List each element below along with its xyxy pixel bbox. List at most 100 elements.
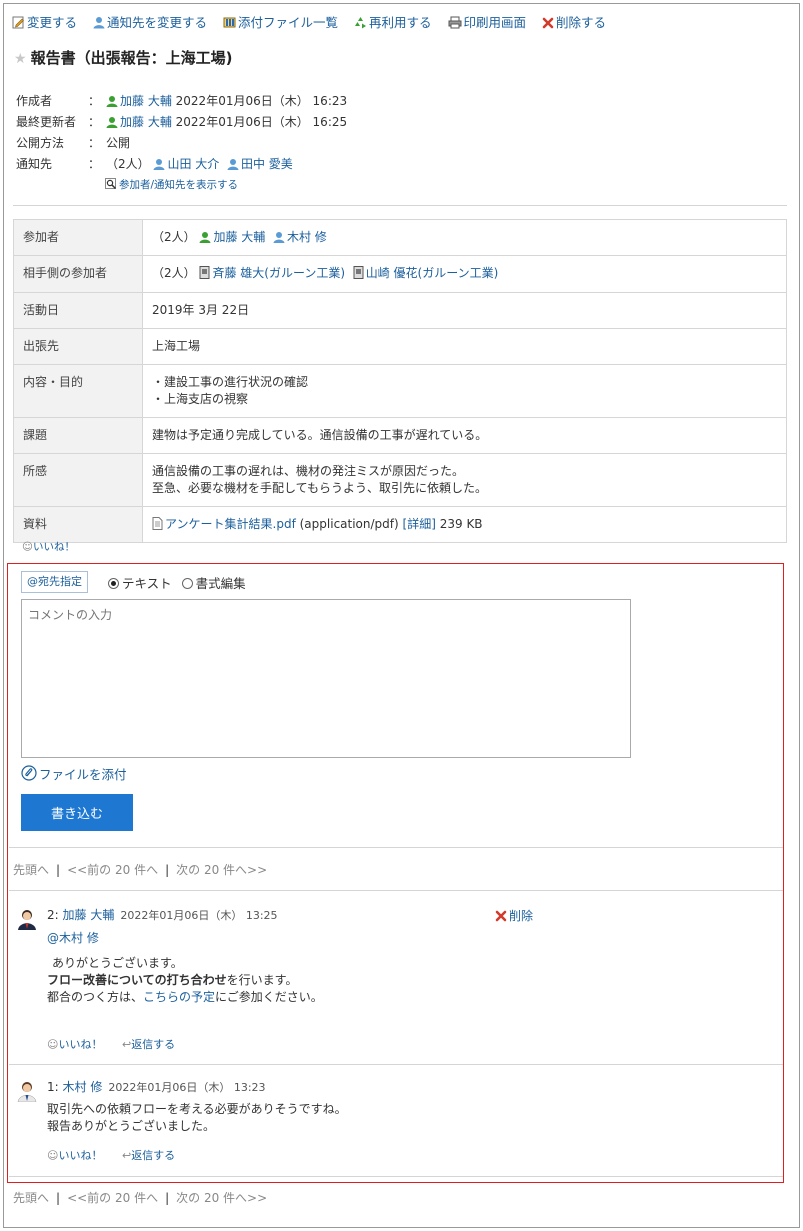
paperclip-icon [21,765,37,781]
comment-line: ありがとうございます。 [52,956,183,970]
mode-text-option[interactable]: テキスト [108,576,172,591]
change-notify-label: 通知先を変更する [107,15,208,30]
reuse-button[interactable]: 再利用する [354,15,436,30]
publish-value: 公開 [106,136,131,150]
purpose-line: ・建設工事の進行状況の確認 [152,375,309,389]
table-row: 相手側の参加者 （2人） 斉藤 雄大(ガルーン工業) 山崎 優花(ガルーン工業) [13,255,787,293]
comment-header: 2: 加藤 大輔 2022年01月06日（木） 13:25 [47,906,278,923]
comment-author-link[interactable]: 木村 修 [63,1080,103,1094]
comment-input[interactable] [21,599,631,758]
comment-reply-button[interactable]: ↩返信する [122,1149,175,1162]
comment-like-label: いいね！ [58,1038,103,1051]
attach-file-button[interactable]: ファイルを添付 [21,764,127,783]
user-icon [153,159,165,170]
comment-like-label: いいね！ [58,1149,103,1162]
pager-sep: | [56,1191,61,1205]
printer-icon [448,16,461,29]
counterpart-link[interactable]: 山崎 優花(ガルーン工業) [366,266,499,280]
comment-like-button[interactable]: ☺いいね！ [47,1038,102,1051]
format-mode-group: テキスト 書式編集 [108,573,246,592]
comment-author-link[interactable]: 加藤 大輔 [63,908,115,922]
comment-reply-label: 返信する [131,1149,176,1162]
creator-link[interactable]: 加藤 大輔 [120,94,172,108]
user-icon [273,232,285,243]
purpose-line: ・上海支店の視察 [152,392,249,406]
submit-button[interactable]: 書き込む [21,794,133,831]
schedule-link[interactable]: こちらの予定 [143,990,215,1004]
reuse-label: 再利用する [369,15,432,30]
table-row: 参加者 （2人） 加藤 大輔 木村 修 [13,219,787,256]
address-book-icon [353,266,364,279]
edit-button[interactable]: 変更する [12,15,81,30]
user-icon [106,96,118,107]
meta-colon: ： [88,157,101,171]
row-value: （2人） 加藤 大輔 木村 修 [142,219,787,256]
attachment-list-icon [223,17,236,28]
file-detail-link[interactable]: [詳細] [403,517,436,531]
counterpart-count: （2人） [152,266,196,280]
comment-delete-button[interactable]: 削除 [495,907,533,924]
notify-user-link[interactable]: 田中 愛美 [241,157,293,171]
comment-reply-label: 返信する [131,1038,176,1051]
comment-like-button[interactable]: ☺いいね！ [47,1149,102,1162]
counterpart-link[interactable]: 斉藤 雄大(ガルーン工業) [212,266,345,280]
pager-top: 先頭へ | <<前の 20 件へ | 次の 20 件へ>> [13,861,267,878]
mode-rich-label: 書式編集 [195,576,246,591]
pager-next[interactable]: 次の 20 件へ>> [176,1191,267,1205]
participant-link[interactable]: 木村 修 [287,230,327,244]
updater-link[interactable]: 加藤 大輔 [120,115,172,129]
delete-icon [542,17,554,29]
comment-reply-button[interactable]: ↩返信する [122,1038,175,1051]
comment-date: 2022年01月06日（木） 13:23 [108,1081,266,1094]
row-label: 相手側の参加者 [13,255,143,293]
impression-line: 至急、必要な機材を手配してもらうよう、取引先に依頼した。 [152,481,488,495]
meta-colon: ： [88,94,101,108]
pager-first[interactable]: 先頭へ [13,1191,49,1205]
pager-first[interactable]: 先頭へ [13,863,49,877]
toolbar: 変更する 通知先を変更する 添付ファイル一覧 再利用する 印刷用画面 削除する [12,12,618,30]
divider [9,1064,783,1065]
pager-prev[interactable]: <<前の 20 件へ [67,1191,158,1205]
address-button[interactable]: @宛先指定 [21,571,88,593]
report-like-button[interactable]: ☺いいね！ [22,539,75,554]
comment-number: 2: [47,908,59,922]
row-value: アンケート集計結果.pdf (application/pdf) [詳細] 239… [142,506,787,543]
divider [9,847,783,848]
comment-text: にご参加ください。 [215,990,323,1004]
show-participants-link[interactable]: 参加者/通知先を表示する [105,177,238,192]
participant-link[interactable]: 加藤 大輔 [213,230,265,244]
pager-sep: | [165,863,170,877]
delete-button[interactable]: 削除する [542,15,606,30]
row-value: 2019年 3月 22日 [142,292,787,329]
file-link[interactable]: アンケート集計結果.pdf [165,517,296,531]
notify-label: 通知先 [16,157,53,171]
row-label: 活動日 [13,292,143,329]
comment-date: 2022年01月06日（木） 13:25 [120,909,278,922]
reply-icon: ↩ [121,1038,132,1051]
comment-mention[interactable]: @木村 修 [47,930,99,947]
comment-line: フロー改善についての打ち合わせを行います。 [47,972,297,989]
report-like-label: いいね！ [32,541,75,553]
comment-bold-text: フロー改善についての打ち合わせ [47,973,227,987]
reply-icon: ↩ [121,1149,132,1162]
table-row: 内容・目的 ・建設工事の進行状況の確認 ・上海支店の視察 [13,364,787,418]
row-value: ・建設工事の進行状況の確認 ・上海支店の視察 [142,364,787,418]
avatar [18,910,36,930]
meta-colon: ： [88,136,101,150]
radio-selected-icon [108,578,119,589]
delete-icon [495,910,507,922]
print-button[interactable]: 印刷用画面 [448,15,531,30]
pager-prev[interactable]: <<前の 20 件へ [67,863,158,877]
impression-line: 通信設備の工事の遅れは、機材の発注ミスが原因だった。 [152,464,465,478]
attachments-button[interactable]: 添付ファイル一覧 [223,15,342,30]
report-properties-table: 参加者 （2人） 加藤 大輔 木村 修 相手側の参加者 （2人） 斉藤 雄大(ガ… [13,219,787,543]
row-value: （2人） 斉藤 雄大(ガルーン工業) 山崎 優花(ガルーン工業) [142,255,787,293]
mode-rich-option[interactable]: 書式編集 [181,576,246,591]
star-icon[interactable]: ★ [14,51,27,67]
comment-text: を行います。 [226,973,298,987]
pager-next[interactable]: 次の 20 件へ>> [176,863,267,877]
row-value: 上海工場 [142,328,787,365]
smile-icon: ☺ [22,541,33,553]
change-notify-button[interactable]: 通知先を変更する [93,15,211,30]
notify-user-link[interactable]: 山田 大介 [167,157,219,171]
